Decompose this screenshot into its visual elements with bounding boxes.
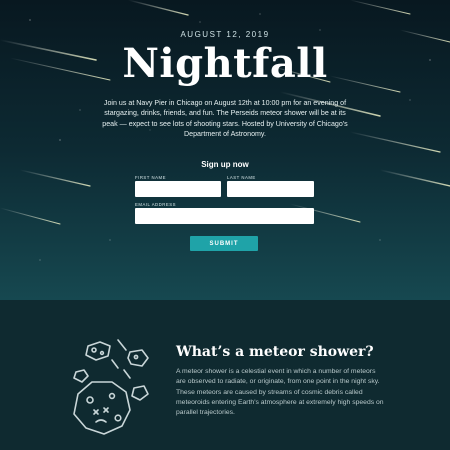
hero-section: AUGUST 12, 2019 Nightfall Join us at Nav… (0, 0, 450, 300)
signup-heading: Sign up now (201, 160, 249, 169)
page-title: Nightfall (122, 40, 328, 87)
meteor-illustration-icon (73, 339, 149, 435)
email-label: EMAIL ADDRESS (135, 202, 176, 207)
email-input[interactable] (135, 208, 314, 224)
info-text: A meteor shower is a celestial event in … (176, 368, 384, 417)
hero-content: AUGUST 12, 2019 Nightfall Join us at Nav… (0, 0, 450, 300)
last-name-input[interactable] (227, 181, 314, 197)
submit-button[interactable]: SUBMIT (190, 236, 258, 251)
event-date: AUGUST 12, 2019 (180, 30, 270, 39)
last-name-label: LAST NAME (227, 175, 256, 180)
first-name-input[interactable] (135, 181, 221, 197)
event-description: Join us at Navy Pier in Chicago on Augus… (102, 99, 348, 138)
first-name-label: FIRST NAME (135, 175, 166, 180)
info-title: What’s a meteor shower? (176, 344, 374, 360)
